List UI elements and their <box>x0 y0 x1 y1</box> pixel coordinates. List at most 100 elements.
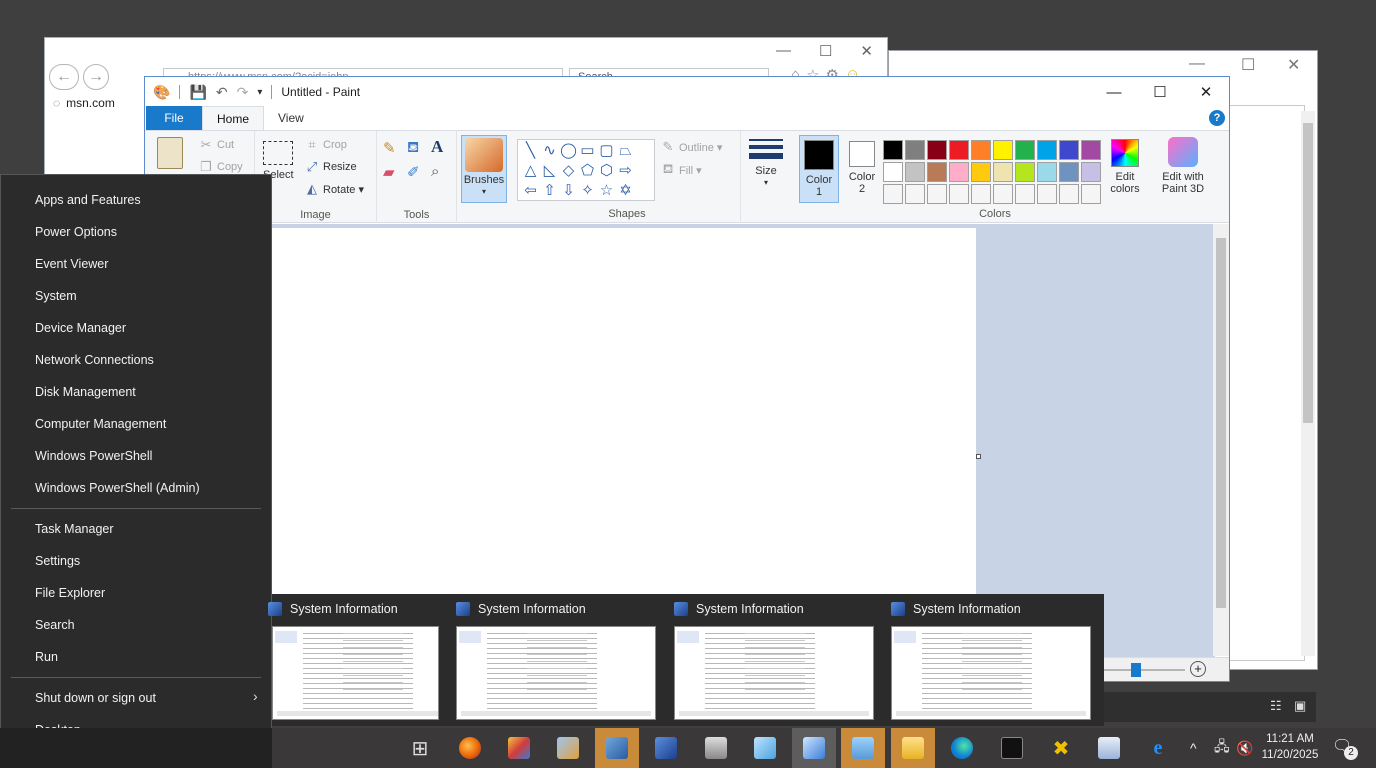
image-viewer-icon[interactable] <box>497 728 541 768</box>
ie-tab[interactable]: ◌ msn.com <box>53 96 115 110</box>
fill-bucket-icon[interactable]: ⛾ <box>407 139 419 158</box>
paste-button[interactable] <box>157 137 183 169</box>
ie-maximize-button[interactable]: ☐ <box>819 42 832 60</box>
internet-explorer-icon[interactable]: e <box>1136 728 1180 768</box>
palette-swatch[interactable] <box>1037 184 1057 204</box>
rectangle-shape-icon[interactable]: ▭ <box>578 141 597 161</box>
paint-maximize-button[interactable]: ☐ <box>1137 77 1183 107</box>
network-app-icon[interactable] <box>1087 728 1131 768</box>
palette-swatch[interactable] <box>927 184 947 204</box>
zoom-in-button[interactable]: + <box>1190 661 1206 677</box>
app-taskbar-icon-highlighted[interactable] <box>595 728 639 768</box>
palette-swatch[interactable] <box>927 162 947 182</box>
palette-swatch[interactable] <box>883 140 903 160</box>
left-arrow-shape-icon[interactable]: ⇦ <box>521 181 540 201</box>
crop-button[interactable]: ⌗ Crop <box>305 137 347 153</box>
menu-item-task-manager[interactable]: Task Manager <box>35 522 114 536</box>
menu-item-run[interactable]: Run <box>35 650 58 664</box>
menu-item-windows-powershell-admin[interactable]: Windows PowerShell (Admin) <box>35 481 200 495</box>
eraser-icon[interactable]: ▰ <box>383 163 395 181</box>
palette-swatch[interactable] <box>883 162 903 182</box>
tab-file[interactable]: File <box>146 106 202 130</box>
thumbnail-system-information[interactable]: System Information <box>256 594 474 726</box>
redo-icon[interactable]: ↷ <box>237 84 249 101</box>
menu-item-power-options[interactable]: Power Options <box>35 225 117 239</box>
palette-swatch[interactable] <box>1059 162 1079 182</box>
tab-view[interactable]: View <box>264 106 318 130</box>
xampp-icon[interactable]: ✖ <box>1039 728 1083 768</box>
size-button[interactable]: Size ▾ <box>749 139 783 189</box>
pencil-icon[interactable]: ✎ <box>383 139 396 157</box>
rotate-button[interactable]: ◭ Rotate ▾ <box>305 181 364 197</box>
calculator-icon[interactable] <box>841 728 885 768</box>
palette-swatch[interactable] <box>949 140 969 160</box>
palette-swatch[interactable] <box>1081 184 1101 204</box>
oval-shape-icon[interactable]: ◯ <box>559 141 578 161</box>
background-maximize-button[interactable]: ☐ <box>1241 55 1255 75</box>
help-icon[interactable]: ? <box>1209 110 1225 126</box>
five-point-star-shape-icon[interactable]: ☆ <box>597 181 616 201</box>
paint-vertical-scrollbar[interactable] <box>1213 224 1229 656</box>
color-1-button[interactable]: Color 1 <box>799 135 839 203</box>
printer-icon[interactable] <box>694 728 738 768</box>
palette-swatch[interactable] <box>971 162 991 182</box>
palette-swatch[interactable] <box>1081 162 1101 182</box>
palette-swatch[interactable] <box>1081 140 1101 160</box>
task-view-icon[interactable]: ⊞ <box>398 728 442 768</box>
edit-colors-button[interactable]: Edit colors <box>1105 139 1145 195</box>
polygon-shape-icon[interactable]: ⏢ <box>616 141 635 161</box>
network-icon[interactable]: 🖧 <box>1214 728 1230 768</box>
thumbnail-system-information[interactable]: System Information <box>662 594 880 726</box>
palette-swatch[interactable] <box>949 184 969 204</box>
palette-swatch[interactable] <box>1015 184 1035 204</box>
color-palette[interactable] <box>882 139 1102 205</box>
ie-close-button[interactable]: ✕ <box>860 42 873 60</box>
outline-button[interactable]: ✎ Outline ▾ <box>661 139 723 155</box>
menu-item-disk-management[interactable]: Disk Management <box>35 385 136 399</box>
paint-close-button[interactable]: ✕ <box>1183 77 1229 107</box>
tab-home[interactable]: Home <box>202 106 265 130</box>
taskbar-search-box[interactable] <box>0 728 272 768</box>
text-tool-icon[interactable]: A <box>431 137 443 157</box>
palette-swatch[interactable] <box>971 140 991 160</box>
system-information-taskbar-icon[interactable] <box>644 728 688 768</box>
magnifier-icon[interactable]: ⌕ <box>431 163 439 180</box>
zoom-slider-knob[interactable] <box>1131 663 1141 677</box>
color-2-button[interactable]: Color 2 <box>843 135 881 199</box>
palette-swatch[interactable] <box>905 184 925 204</box>
volume-muted-icon[interactable]: 🔇 <box>1236 728 1253 768</box>
command-prompt-icon[interactable] <box>990 728 1034 768</box>
menu-item-search[interactable]: Search <box>35 618 75 632</box>
background-close-button[interactable]: ✕ <box>1287 55 1300 75</box>
background-window-scrollbar[interactable] <box>1301 111 1315 656</box>
shapes-gallery[interactable]: ╲ ∿ ◯ ▭ ▢ ⏢ △ ◺ ◇ ⬠ ⬡ ⇨ ⇦ ⇧ ⇩ ✧ ☆ ✡ <box>517 139 655 201</box>
ie-forward-button[interactable]: → <box>83 64 109 90</box>
diamond-shape-icon[interactable]: ◇ <box>559 161 578 181</box>
menu-item-shut-down-or-sign-out[interactable]: Shut down or sign out <box>35 691 156 705</box>
palette-swatch[interactable] <box>993 184 1013 204</box>
thumbnail-system-information[interactable]: System Information <box>879 594 1097 726</box>
menu-item-settings[interactable]: Settings <box>35 554 80 568</box>
paint-minimize-button[interactable]: — <box>1091 77 1137 107</box>
six-point-star-shape-icon[interactable]: ✡ <box>616 181 635 201</box>
palette-swatch[interactable] <box>1015 140 1035 160</box>
paint-taskbar-icon[interactable] <box>546 728 590 768</box>
line-shape-icon[interactable]: ╲ <box>521 141 540 161</box>
menu-item-file-explorer[interactable]: File Explorer <box>35 586 105 600</box>
ie-back-button[interactable]: ← <box>49 64 79 90</box>
palette-swatch[interactable] <box>1037 140 1057 160</box>
brushes-button[interactable]: Brushes ▾ <box>461 135 507 203</box>
triangle-shape-icon[interactable]: △ <box>521 161 540 181</box>
edit-with-paint-3d-button[interactable]: Edit with Paint 3D <box>1155 137 1211 195</box>
menu-item-network-connections[interactable]: Network Connections <box>35 353 154 367</box>
file-explorer-icon[interactable] <box>891 728 935 768</box>
canvas-resize-handle[interactable] <box>976 454 981 459</box>
background-minimize-button[interactable]: — <box>1189 55 1205 73</box>
palette-swatch[interactable] <box>927 140 947 160</box>
down-arrow-shape-icon[interactable]: ⇩ <box>559 181 578 201</box>
palette-swatch[interactable] <box>993 162 1013 182</box>
palette-swatch[interactable] <box>1059 184 1079 204</box>
curve-shape-icon[interactable]: ∿ <box>540 141 559 161</box>
menu-item-apps-and-features[interactable]: Apps and Features <box>35 193 141 207</box>
control-panel-taskbar-icon[interactable] <box>792 728 836 768</box>
